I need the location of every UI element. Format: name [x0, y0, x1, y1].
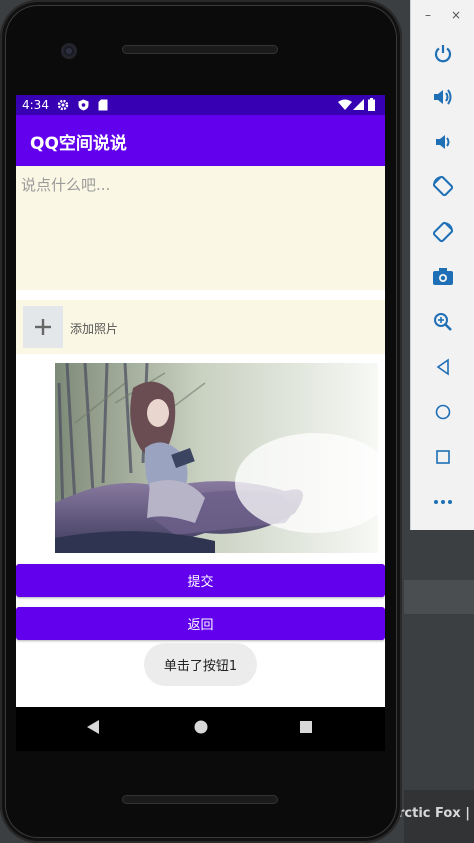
top-speaker — [122, 45, 278, 54]
camera-icon — [433, 268, 453, 285]
more-icon — [434, 500, 452, 504]
overview-button[interactable] — [411, 437, 474, 477]
bottom-speaker — [122, 795, 278, 804]
recents-square-icon[interactable] — [299, 720, 313, 734]
volume-up-icon — [434, 89, 452, 105]
phone-screen: 4:34 QQ空间说说 添加照片 — [16, 95, 385, 707]
front-camera — [61, 43, 77, 59]
settings-icon — [57, 99, 69, 111]
shield-icon — [78, 99, 89, 111]
signal-icon — [353, 99, 364, 110]
home-circle-icon[interactable] — [193, 719, 209, 735]
back-triangle-icon[interactable] — [86, 719, 100, 735]
screenshot-button[interactable] — [411, 257, 474, 297]
battery-icon — [368, 98, 375, 111]
more-button[interactable] — [411, 482, 474, 522]
minimize-button[interactable]: – — [425, 8, 431, 22]
add-photo-label: 添加照片 — [70, 322, 119, 336]
ide-version-text: rctic Fox | — [398, 806, 470, 821]
app-bar: QQ空间说说 — [16, 115, 385, 166]
rotate-left-button[interactable] — [411, 166, 474, 206]
add-photo-button[interactable] — [23, 306, 63, 348]
status-bar: 4:34 — [16, 95, 385, 115]
submit-button[interactable]: 提交 — [16, 564, 385, 597]
back-button[interactable] — [411, 347, 474, 387]
phone-frame: 4:34 QQ空间说说 添加照片 — [0, 0, 402, 843]
home-icon — [435, 404, 451, 420]
home-button[interactable] — [411, 392, 474, 432]
rotate-right-button[interactable] — [411, 212, 474, 252]
volume-down-icon — [436, 135, 450, 149]
emulator-toolbar: – × — [410, 0, 474, 530]
toast-message: 单击了按钮1 — [144, 643, 257, 686]
zoom-icon — [434, 313, 452, 331]
rotate-left-icon — [432, 175, 454, 197]
volume-down-button[interactable] — [411, 122, 474, 162]
app-title: QQ空间说说 — [30, 134, 127, 154]
post-text-input[interactable] — [16, 166, 385, 290]
power-button[interactable] — [411, 33, 474, 73]
divider — [16, 290, 385, 300]
sd-card-icon — [98, 99, 108, 111]
power-icon — [434, 45, 452, 63]
navigation-bar — [16, 707, 385, 751]
back-action-button[interactable]: 返回 — [16, 607, 385, 640]
zoom-button[interactable] — [411, 302, 474, 342]
rotate-right-icon — [432, 221, 454, 243]
selected-photo — [55, 363, 378, 553]
add-photo-row: 添加照片 — [16, 300, 385, 354]
close-button[interactable]: × — [451, 8, 461, 22]
status-time: 4:34 — [22, 98, 49, 112]
ide-panel — [404, 580, 474, 614]
overview-icon — [436, 450, 450, 464]
wifi-icon — [338, 99, 352, 110]
back-icon — [436, 358, 449, 376]
volume-up-button[interactable] — [411, 77, 474, 117]
plus-icon — [35, 319, 51, 335]
